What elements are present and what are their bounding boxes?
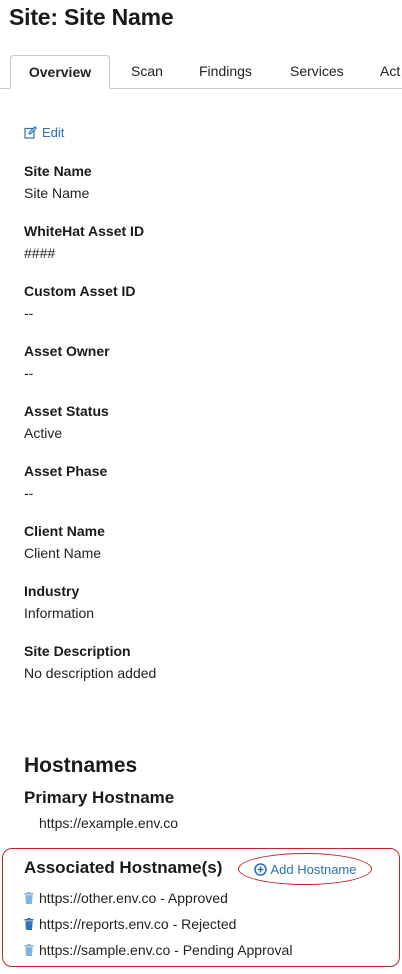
field-value: -- [24,305,34,321]
edit-icon [24,126,37,139]
field-value: -- [24,485,34,501]
tab-findings[interactable]: Findings [199,55,252,88]
associated-hostname-row: https://sample.env.co - Pending Approval [24,942,292,958]
field-label: Site Description [24,643,131,659]
trash-icon[interactable] [24,892,34,904]
field-value: No description added [24,665,157,681]
field-label: Custom Asset ID [24,283,136,299]
associated-hostname-text: https://sample.env.co - Pending Approval [39,942,293,958]
field-value: Information [24,605,95,621]
associated-hostname-text: https://other.env.co - Approved [39,890,228,906]
tab-overview[interactable]: Overview [10,55,110,89]
field-label: Asset Phase [24,463,108,479]
field-value: #### [24,245,56,261]
field-asset-phase: Asset Phase -- [24,462,107,502]
field-value: Site Name [24,185,90,201]
trash-icon[interactable] [24,918,34,930]
edit-label: Edit [42,125,65,140]
plus-circle-icon [253,862,267,876]
field-custom-asset-id: Custom Asset ID -- [24,282,136,322]
field-site-name: Site Name Site Name [24,162,92,202]
field-label: WhiteHat Asset ID [24,223,145,239]
tab-services[interactable]: Services [290,55,344,88]
field-industry: Industry Information [24,582,94,622]
field-client-name: Client Name Client Name [24,522,105,562]
associated-hostname-text: https://reports.env.co - Rejected [39,916,237,932]
tab-bar: Overview Scan Findings Services Act [0,55,402,89]
field-asset-owner: Asset Owner -- [24,342,110,382]
field-whitehat-asset-id: WhiteHat Asset ID #### [24,222,144,262]
field-label: Client Name [24,523,105,539]
add-hostname-label: Add Hostname [270,861,357,877]
field-value: -- [24,365,34,381]
edit-link[interactable]: Edit [24,125,64,140]
add-hostname-button[interactable]: Add Hostname [238,853,372,885]
field-label: Industry [24,583,80,599]
associated-hostnames-heading: Associated Hostname(s) [24,858,223,877]
field-site-description: Site Description No description added [24,642,156,682]
primary-hostname-value: https://example.env.co [39,815,179,831]
field-value: Client Name [24,545,102,561]
field-label: Site Name [24,163,92,179]
tab-scan[interactable]: Scan [131,55,163,88]
field-asset-status: Asset Status Active [24,402,109,442]
trash-icon[interactable] [24,944,34,956]
associated-hostname-row: https://reports.env.co - Rejected [24,916,236,932]
page-title: Site: Site Name [9,4,174,30]
associated-hostname-row: https://other.env.co - Approved [24,890,228,906]
field-label: Asset Status [24,403,109,419]
primary-hostname-heading: Primary Hostname [24,788,175,807]
field-value: Active [24,425,63,441]
tab-activity[interactable]: Act [380,55,400,88]
hostnames-heading: Hostnames [24,754,138,777]
field-label: Asset Owner [24,343,110,359]
